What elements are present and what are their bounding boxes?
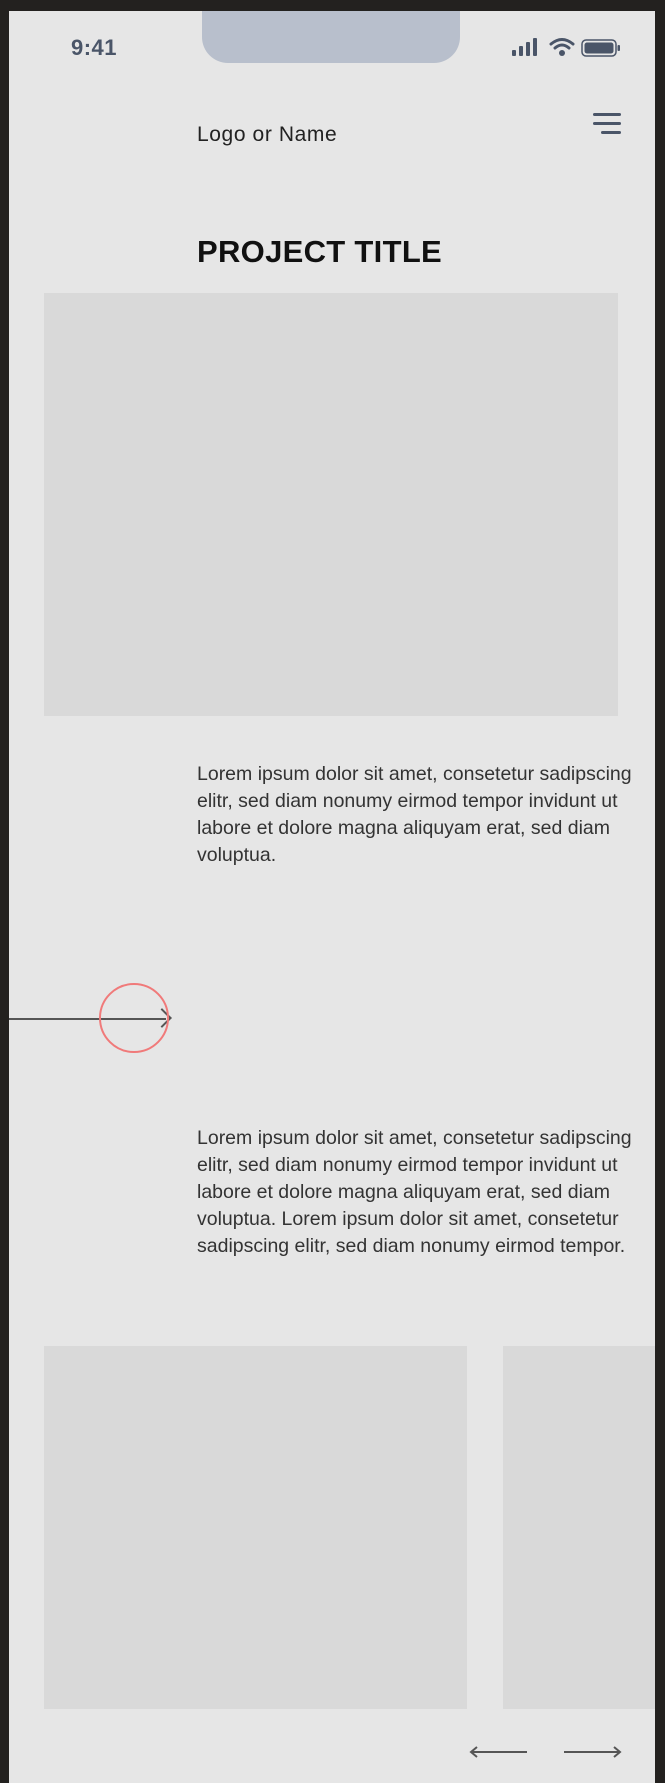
status-time: 9:41 (71, 35, 118, 60)
site-logo[interactable]: Logo or Name (197, 123, 337, 147)
intro-paragraph: Lorem ipsum dolor sit amet, consetetur s… (197, 763, 632, 866)
body-paragraph: Lorem ipsum dolor sit amet, consetetur s… (197, 1127, 632, 1257)
hero-image-placeholder (44, 293, 618, 716)
hamburger-menu-icon[interactable] (591, 111, 621, 137)
phone-screen: 9:41 Logo or Name PROJECT TITLE Lorem ip… (9, 11, 655, 1783)
device-notch (202, 11, 460, 63)
canvas-frame: 9:41 Logo or Name PROJECT TITLE Lorem ip… (0, 0, 665, 1783)
page-title: PROJECT TITLE (197, 234, 443, 269)
arrow-right-icon[interactable] (562, 1745, 622, 1759)
battery-icon (581, 39, 620, 57)
arrow-left-icon[interactable] (469, 1745, 529, 1759)
gallery-image-placeholder[interactable] (44, 1346, 467, 1709)
wifi-icon (549, 38, 575, 56)
interaction-hotspot[interactable] (99, 983, 169, 1053)
status-icons (511, 37, 631, 59)
cellular-signal-icon (512, 38, 537, 56)
gallery-image-placeholder-next[interactable] (503, 1346, 655, 1709)
